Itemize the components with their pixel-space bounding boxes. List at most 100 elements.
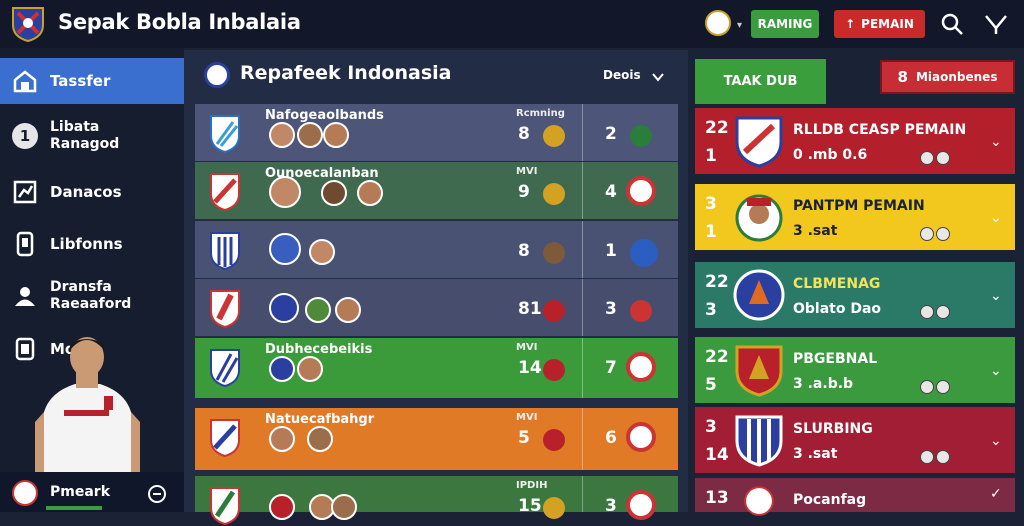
stat-value: 14 [518,358,542,378]
club-card[interactable]: 22 5 PBGEBNAL 3 .a.b.b ⌄ [695,337,1015,403]
club-badge-icon [543,359,565,381]
player-avatar [321,180,347,206]
sidebar-item-libfonns[interactable]: Libfonns [0,221,184,267]
table-row[interactable]: 8 1 [195,221,678,278]
club-badge-icon [543,183,565,205]
check-icon[interactable]: ✓ [990,486,1002,502]
sidebar-item-danacos[interactable]: Danacos [0,169,184,215]
column-divider [582,338,583,398]
player-avatar [331,494,357,520]
chevron-down-icon[interactable]: ⌄ [990,433,1002,449]
chevron-down-icon[interactable]: ⌄ [990,134,1002,150]
status-dot-icon [920,151,934,165]
stat-value: 5 [518,428,530,448]
sidebar-item-libata[interactable]: 1 Libata Ranagod [0,112,184,160]
status-dot-icon [936,450,950,464]
stat-value: 4 [605,182,617,202]
player-avatar [309,239,335,265]
sidebar-item-tassfer[interactable]: Tassfer [0,58,184,104]
club-card[interactable]: 22 3 CLBMENAG Oblato Dao ⌄ [695,262,1015,328]
footer-label: Pmeark [50,484,111,500]
table-row[interactable]: Dubhecebeikis MVI 14 7 [195,338,678,398]
status-dot-icon [920,305,934,319]
dropdown-label[interactable]: Deois [603,68,641,82]
app-logo-shield-icon [12,7,44,43]
stat-value: 3 [605,496,617,516]
club-card[interactable]: 13 Pocanfag ✓ [695,478,1015,516]
card-count: 5 [705,375,717,395]
sidebar-item-dransfa[interactable]: Dransfa Raeaaford [0,272,184,320]
card-title: SLURBING [793,421,873,437]
sidebar: Tassfer 1 Libata Ranagod Danacos Libfonn… [0,48,184,512]
player-avatar [269,122,295,148]
card-count: 14 [705,445,729,465]
club-logo-icon [626,422,656,452]
table-row[interactable]: IPDIH 15 3 [195,476,678,526]
card-rank: 13 [705,488,729,508]
card-rank: 22 [705,272,729,292]
card-subtitle: 0 .mb 0.6 [793,147,868,163]
club-badge-icon [543,429,565,451]
status-dot-icon [920,380,934,394]
stat-value: 8 [518,241,530,261]
card-count: 1 [705,222,717,242]
column-divider [582,279,583,336]
chevron-down-icon[interactable]: ⌄ [990,288,1002,304]
player-avatar [335,297,361,323]
separator-dot: ▾ [737,20,743,31]
home-icon [13,70,37,93]
club-card[interactable]: 22 1 RLLDB CEASP PEMAIN 0 .mb 0.6 ⌄ [695,108,1015,174]
collapse-icon[interactable] [147,484,167,504]
sidebar-item-label: Libfonns [50,234,123,253]
sidebar-item-label: Libata Ranagod [50,119,120,152]
transfer-count-icon: 8 [897,68,908,86]
sidebar-item-label: Dransfa Raeaaford [50,279,132,312]
club-logo-icon [269,356,295,382]
search-icon[interactable] [940,12,964,36]
club-card[interactable]: 3 1 PANTPM PEMAIN 3 .sat ⌄ [695,184,1015,250]
table-row[interactable]: 81 3 [195,279,678,336]
status-dot-icon [920,450,934,464]
player-avatar [297,356,323,382]
tab-club[interactable]: TAAK DUB [695,59,826,104]
pemain-button[interactable]: ↑ PEMAIN [834,10,925,38]
status-dot-icon [936,380,950,394]
club-logo-icon [626,490,656,520]
player-avatar [735,194,783,242]
footer-progress-bar [46,506,102,510]
card-count: 1 [705,146,717,166]
club-badge-icon [630,300,652,322]
sidebar-item-label: Danacos [50,182,122,201]
stat-value: 1 [605,241,617,261]
sidebar-item-label: Tassfer [50,71,111,90]
card-subtitle: 3 .sat [793,223,838,239]
ranking-button[interactable]: RAMING [751,10,819,38]
main-title: Repafeek Indonasia [240,62,452,84]
column-divider [582,221,583,278]
chevron-down-icon[interactable] [651,70,665,84]
card-title: Pocanfag [793,492,867,508]
card-title: CLBMENAG [793,276,881,292]
top-bar: Sepak Bobla Inbalaia ▾ RAMING ↑ PEMAIN [0,0,1024,48]
club-logo-icon [269,293,299,323]
sidebar-footer: Pmeark [0,472,184,512]
table-row[interactable]: Nafogeaolbands Rcmning 8 2 [195,104,678,161]
player-avatar [323,122,349,148]
table-row[interactable]: Natuecafbahgr MVI 5 6 [195,408,678,470]
main-header: Repafeek Indonasia Deois [184,50,688,102]
chevron-down-icon[interactable]: ⌄ [990,210,1002,226]
club-card[interactable]: 3 14 SLURBING 3 .sat ⌄ [695,407,1015,473]
card-title: PANTPM PEMAIN [793,198,925,214]
club-badge-icon [543,497,565,519]
column-label: MVI [516,166,538,177]
player-avatar [297,122,323,148]
league-badge-icon[interactable] [705,10,731,36]
team-name: Nafogeaolbands [265,108,384,123]
chevron-down-icon[interactable]: ⌄ [990,363,1002,379]
user-icon [15,287,35,306]
filter-icon[interactable] [984,12,1008,36]
stat-value: 81 [518,299,542,319]
table-row[interactable]: Ounoecalanban MVI 9 4 [195,162,678,219]
tab-transfer[interactable]: 8 Miaonbenes [880,60,1015,94]
team-crest-icon [210,115,240,154]
